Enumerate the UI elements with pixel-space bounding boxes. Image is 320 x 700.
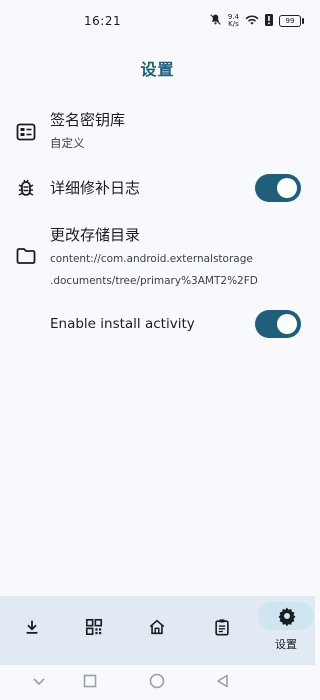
keystore-subtitle: 自定义 [50, 136, 85, 150]
recents-square-icon[interactable] [83, 673, 97, 692]
grid-icon [85, 618, 102, 636]
install-activity-setting[interactable]: Enable install activity [0, 308, 315, 342]
battery-indicator: 99 [279, 15, 304, 27]
verbose-log-setting[interactable]: 详细修补日志 [0, 172, 315, 204]
mute-bell-icon [209, 13, 222, 29]
net-speed-unit: K/s [228, 20, 239, 28]
home-circle-icon[interactable] [149, 673, 165, 693]
bug-icon [16, 178, 36, 198]
nav-item-settings[interactable] [255, 596, 318, 665]
back-triangle-icon[interactable] [216, 673, 230, 692]
alert-icon [265, 13, 273, 29]
storage-dir-path-line1: content://com.android.externalstorage [50, 253, 253, 265]
net-speed: 9.4 K/s [228, 14, 239, 28]
bottom-navigation: 设置 [0, 596, 315, 665]
keystore-title: 签名密钥库 [50, 111, 126, 129]
nav-item-logs[interactable] [190, 596, 253, 665]
storage-dir-path-line2: .documents/tree/primary%3AMT2%2FD [50, 275, 258, 287]
toggle-knob [277, 178, 297, 198]
status-time: 16:21 [84, 14, 122, 28]
storage-dir-title: 更改存储目录 [50, 226, 141, 244]
system-navigation-bar [0, 665, 315, 700]
keystore-icon [16, 122, 36, 142]
clipboard-icon [214, 619, 229, 636]
nav-item-download[interactable] [0, 596, 63, 665]
nav-item-home[interactable] [125, 596, 188, 665]
gear-icon [278, 607, 295, 626]
status-bar: 16:21 9.4 K/s 99 [0, 0, 315, 40]
nav-item-apps[interactable] [62, 596, 125, 665]
folder-icon [16, 247, 36, 267]
keystore-setting[interactable]: 签名密钥库 自定义 [0, 106, 315, 156]
toggle-knob [277, 314, 297, 334]
status-icons: 9.4 K/s 99 [209, 13, 304, 29]
storage-dir-path: content://com.android.externalstorage .d… [50, 248, 290, 292]
home-icon [149, 619, 164, 635]
collapse-chevron-icon[interactable] [32, 673, 46, 692]
nav-settings-label: 设置 [275, 638, 297, 651]
download-icon [26, 620, 37, 634]
verbose-log-title: 详细修补日志 [50, 179, 141, 197]
page-title: 设置 [140, 60, 175, 79]
verbose-log-toggle[interactable] [255, 174, 301, 202]
install-activity-title: Enable install activity [50, 316, 195, 332]
storage-dir-setting[interactable]: 更改存储目录 content://com.android.externalsto… [0, 222, 315, 292]
install-activity-toggle[interactable] [255, 310, 301, 338]
wifi-icon [245, 14, 259, 29]
